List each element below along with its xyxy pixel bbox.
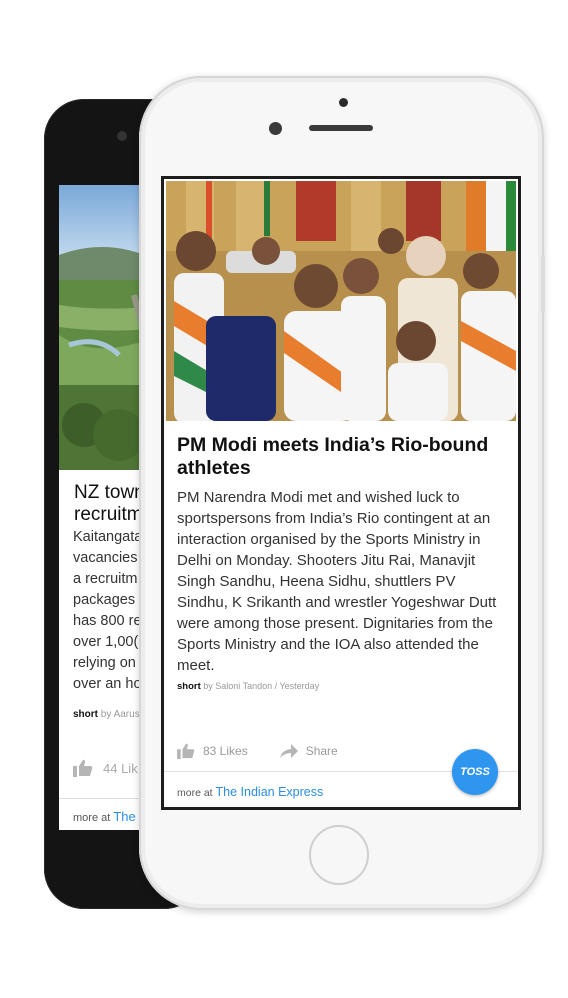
byline-author-time: by Saloni Tandon / Yesterday [203,681,320,691]
byline-author: by Aarus [100,709,140,720]
like-count[interactable]: 83 Likes [203,744,248,758]
byline-source: short [73,709,98,720]
back-phone-camera [117,131,127,141]
share-arrow-icon[interactable] [279,743,298,759]
card-actions: 83 Likes Share [177,743,338,759]
back-card-summary: Kaitangata vacancies a recruitm packages… [73,529,143,692]
source-link[interactable]: The Indian Express [216,785,324,799]
news-summary: PM Narendra Modi met and wished luck to … [177,489,497,674]
more-at: more at The Indian Express [177,785,323,799]
back-like-button[interactable]: 44 Lik [73,759,138,777]
home-button[interactable] [309,825,369,885]
news-headline[interactable]: PM Modi meets India’s Rio-bound athletes [177,434,507,480]
news-card-image[interactable] [166,181,516,421]
news-byline: short by Saloni Tandon / Yesterday [177,681,319,692]
proximity-sensor [339,98,348,107]
back-card-byline: short by Aarus [73,709,140,720]
front-camera [269,122,282,135]
more-at-label: more at [73,812,111,824]
more-at-label: more at [177,787,213,799]
earpiece-speaker [309,125,373,131]
like-count: 44 Lik [103,760,138,776]
front-phone-screen: PM Modi meets India’s Rio-bound athletes… [161,176,521,810]
thumbs-up-icon [73,759,93,777]
share-button[interactable]: Share [306,744,338,758]
source-link[interactable]: The [113,809,135,824]
thumbs-up-icon[interactable] [177,743,195,759]
volume-button [541,255,545,313]
byline-source: short [177,681,201,692]
toss-button[interactable]: TOSS [452,749,498,795]
